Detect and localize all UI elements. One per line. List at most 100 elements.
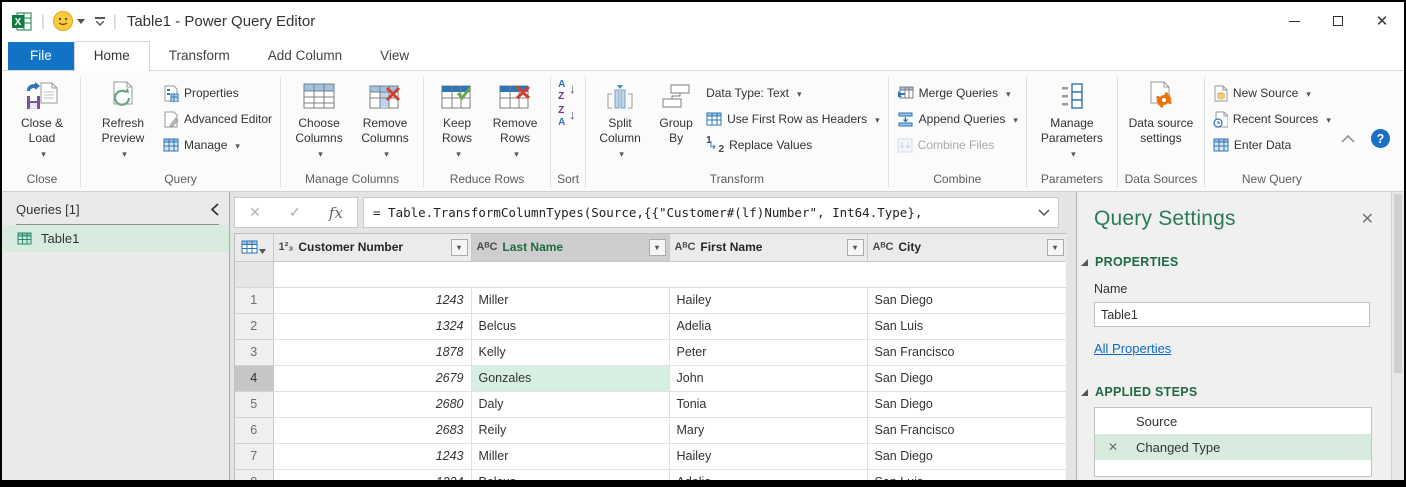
- close-pane-button[interactable]: ✕: [1361, 209, 1374, 229]
- remove-rows-button[interactable]: Remove Rows: [485, 76, 545, 162]
- scrollbar[interactable]: [1391, 192, 1404, 480]
- close-and-load-button[interactable]: Close & Load: [9, 76, 75, 162]
- cell[interactable]: San Francisco: [867, 339, 1066, 366]
- cell[interactable]: Miller: [471, 287, 670, 314]
- cancel-formula-button[interactable]: ✕: [249, 204, 261, 221]
- data-type-button[interactable]: Data Type: Text: [703, 80, 883, 106]
- cell[interactable]: 1324: [273, 313, 472, 340]
- tab-home[interactable]: Home: [73, 41, 150, 71]
- new-source-button[interactable]: New Source: [1210, 80, 1334, 106]
- column-header-last-name[interactable]: AᴮC Last Name: [471, 234, 670, 262]
- remove-columns-button[interactable]: Remove Columns: [352, 76, 418, 162]
- cell[interactable]: San Diego: [867, 287, 1066, 314]
- close-button[interactable]: ✕: [1360, 2, 1404, 40]
- cell[interactable]: San Diego: [867, 443, 1066, 470]
- expand-formula-button[interactable]: [1030, 209, 1058, 216]
- filter-button[interactable]: [846, 238, 864, 256]
- row-number[interactable]: 1: [235, 287, 274, 314]
- advanced-editor-button[interactable]: Advanced Editor: [160, 106, 275, 132]
- tab-add-column[interactable]: Add Column: [249, 42, 361, 70]
- cell[interactable]: San Luis: [867, 469, 1066, 480]
- cell[interactable]: Daly: [471, 391, 670, 418]
- collapse-pane-button[interactable]: [211, 203, 219, 216]
- row-number[interactable]: 7: [235, 443, 274, 470]
- cell[interactable]: Adelia: [669, 469, 868, 480]
- commit-formula-button[interactable]: ✓: [289, 204, 301, 221]
- cell[interactable]: 2683: [273, 417, 472, 444]
- row-number[interactable]: 2: [235, 313, 274, 340]
- cell[interactable]: Tonia: [669, 391, 868, 418]
- tab-view[interactable]: View: [361, 42, 428, 70]
- filter-button[interactable]: [450, 238, 468, 256]
- row-number[interactable]: 4: [235, 365, 274, 392]
- cell[interactable]: Adelia: [669, 313, 868, 340]
- column-header-first-name[interactable]: AᴮC First Name: [669, 234, 868, 262]
- manage-parameters-button[interactable]: Manage Parameters: [1032, 76, 1112, 162]
- cell[interactable]: Belcus: [471, 313, 670, 340]
- applied-step-item[interactable]: ✕ Changed Type: [1095, 434, 1371, 460]
- help-button[interactable]: ?: [1371, 129, 1390, 148]
- properties-button[interactable]: Properties: [160, 80, 275, 106]
- cell[interactable]: Hailey: [669, 287, 868, 314]
- enter-data-button[interactable]: Enter Data: [1210, 132, 1334, 158]
- merge-queries-button[interactable]: Merge Queries: [894, 80, 1021, 106]
- query-name-input[interactable]: [1094, 302, 1370, 327]
- properties-section-header[interactable]: PROPERTIES: [1081, 255, 1404, 269]
- cell[interactable]: 1243: [273, 287, 472, 314]
- split-column-button[interactable]: Split Column: [591, 76, 649, 162]
- row-number[interactable]: 6: [235, 417, 274, 444]
- cell[interactable]: John: [669, 365, 868, 392]
- quick-access-smiley-button[interactable]: [52, 11, 85, 31]
- tab-file[interactable]: File: [8, 42, 74, 70]
- row-number[interactable]: 3: [235, 339, 274, 366]
- delete-step-button[interactable]: ✕: [1108, 440, 1118, 454]
- filter-button[interactable]: [1046, 238, 1064, 256]
- keep-rows-button[interactable]: Keep Rows: [429, 76, 485, 162]
- formula-input[interactable]: = Table.TransformColumnTypes(Source,{{"C…: [363, 197, 1059, 228]
- replace-values-button[interactable]: 1 ↳ 2 Replace Values: [703, 132, 883, 158]
- row-number[interactable]: 8: [235, 469, 274, 480]
- cell[interactable]: Peter: [669, 339, 868, 366]
- cell[interactable]: San Diego: [867, 391, 1066, 418]
- cell[interactable]: Hailey: [669, 443, 868, 470]
- maximize-button[interactable]: [1316, 2, 1360, 40]
- cell[interactable]: San Francisco: [867, 417, 1066, 444]
- query-list-item-table1[interactable]: Table1: [2, 225, 229, 252]
- use-first-row-as-headers-button[interactable]: Use First Row as Headers: [703, 106, 883, 132]
- row-number[interactable]: 5: [235, 391, 274, 418]
- select-all-button[interactable]: [235, 234, 274, 262]
- recent-sources-button[interactable]: Recent Sources: [1210, 106, 1334, 132]
- applied-steps-section-header[interactable]: APPLIED STEPS: [1081, 385, 1404, 399]
- cell[interactable]: 2679: [273, 365, 472, 392]
- cell[interactable]: Gonzales: [471, 365, 670, 392]
- choose-columns-button[interactable]: Choose Columns: [286, 76, 352, 162]
- column-header-customer-number[interactable]: 1²₃ Customer Number: [273, 234, 472, 262]
- customize-quick-access-button[interactable]: [94, 16, 105, 26]
- filter-button[interactable]: [648, 238, 666, 256]
- cell[interactable]: 1243: [273, 443, 472, 470]
- cell[interactable]: Reily: [471, 417, 670, 444]
- manage-button[interactable]: Manage: [160, 132, 275, 158]
- cell[interactable]: Miller: [471, 443, 670, 470]
- cell[interactable]: San Diego: [867, 365, 1066, 392]
- cell[interactable]: Mary: [669, 417, 868, 444]
- sort-descending-button[interactable]: Z A ↓: [556, 105, 580, 129]
- data-source-settings-button[interactable]: Data source settings: [1123, 76, 1199, 146]
- cell[interactable]: 2680: [273, 391, 472, 418]
- cell[interactable]: Kelly: [471, 339, 670, 366]
- cell[interactable]: Belcus: [471, 469, 670, 480]
- add-step-fx-button[interactable]: fx: [329, 204, 343, 222]
- cell[interactable]: 1324: [273, 469, 472, 480]
- group-by-button[interactable]: Group By: [653, 76, 699, 146]
- tab-transform[interactable]: Transform: [150, 42, 249, 70]
- minimize-button[interactable]: [1272, 2, 1316, 40]
- cell[interactable]: San Luis: [867, 313, 1066, 340]
- append-queries-button[interactable]: Append Queries: [894, 106, 1021, 132]
- collapse-ribbon-button[interactable]: [1341, 134, 1355, 143]
- all-properties-link[interactable]: All Properties: [1094, 341, 1171, 356]
- column-header-city[interactable]: AᴮC City: [867, 234, 1066, 262]
- cell[interactable]: 1878: [273, 339, 472, 366]
- refresh-preview-button[interactable]: Refresh Preview: [86, 76, 160, 162]
- sort-ascending-button[interactable]: A Z ↓: [556, 79, 580, 103]
- applied-step-item[interactable]: Source: [1095, 408, 1371, 434]
